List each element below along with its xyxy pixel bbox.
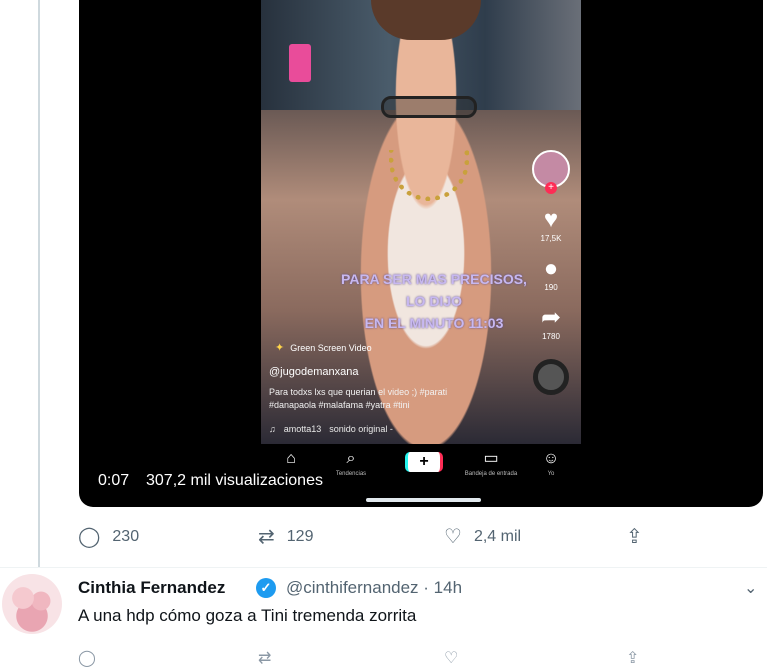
share-arrow-icon: ➦ [540,304,562,331]
inbox-icon: ▭ [483,450,499,467]
share-action[interactable]: ⇪ [626,524,643,550]
retweet-action[interactable]: ⇄ 129 [258,524,313,550]
tiktok-sound: ♫ amotta13 sonido original - [269,424,393,434]
tweet-divider [0,567,767,568]
overlay-line-2: EN EL MINUTO 11:03 [364,315,504,331]
avatar[interactable] [2,574,62,634]
overlay-line-1: PARA SER MAS PRECISOS, LO DIJO [341,271,527,309]
like-count: 2,4 mil [473,528,522,545]
nav-inbox: ▭ Bandeja de entrada [461,450,521,477]
reply-icon: ◯ [78,526,101,548]
video-views: 307,2 mil visualizaciones [146,472,323,489]
tiktok-caption: Para todxs lxs que querian el video ;) #… [269,386,509,412]
background-cup [289,44,311,82]
author-name[interactable]: Cinthia Fernandez [78,578,225,598]
tiktok-video-frame: PARA SER MAS PRECISOS, LO DIJO EN EL MIN… [261,0,581,444]
reply-count: 230 [112,528,140,545]
nav-trends-label: Tendencias [335,471,367,477]
comment-bubble-icon: ● [543,255,559,282]
home-icon: ⌂ [286,450,296,467]
profile-icon: ☺ [542,450,560,467]
video-progress-bar[interactable] [366,498,481,502]
retweet-icon: ⇄ [258,526,275,548]
tweet-time: · 14h [423,578,463,597]
nav-me: ☺ Yo [521,450,581,477]
reply-action[interactable]: ◯ 230 [78,524,139,550]
nav-trends: ⌕ Tendencias [321,450,381,477]
heart-icon: ♥ [543,206,559,233]
green-screen-label: ✦ Green Screen Video [275,341,372,354]
cutoff-retweet-icon: ⇄ [258,650,272,667]
nav-home: ⌂ [261,450,321,468]
search-icon: ⌕ [346,450,356,467]
share-icon: ⇪ [626,526,643,548]
video-person [331,20,521,444]
tiktok-comments-count: 190 [544,283,558,292]
sound-user: amotta13 [283,424,322,434]
caption-line-1: Para todxs lxs que querian el video ;) #… [269,387,448,397]
cutoff-share-icon: ⇪ [626,650,640,667]
video-player[interactable]: PARA SER MAS PRECISOS, LO DIJO EN EL MIN… [79,0,763,507]
sunglasses [381,96,477,118]
sound-name: sonido original - [329,424,393,434]
thread-line [38,0,40,568]
tiktok-action-rail: + ♥ 17,5K ● 190 ➦ 1780 [531,150,571,395]
tweet-text: A una hdp cómo goza a Tini tremenda zorr… [78,606,417,625]
heart-outline-icon: ♡ [444,526,462,548]
verified-badge-icon: ✓ [256,578,276,598]
cutoff-reply-icon: ◯ [78,650,96,667]
green-screen-text: Green Screen Video [290,342,372,353]
create-plus-icon: + [405,452,443,472]
follow-plus-icon: + [545,182,557,194]
video-time: 0:07 [98,472,130,489]
tiktok-shares-count: 1780 [542,332,560,341]
nav-me-label: Yo [547,471,555,477]
tiktok-handle: @jugodemanxana [269,366,359,378]
nav-inbox-label: Bandeja de entrada [464,471,518,477]
chevron-down-icon[interactable]: ⌄ [744,578,757,598]
tiktok-likes-count: 17,5K [540,234,562,243]
caption-line-2: #danapaola #malafama #yatra #tini [269,400,410,410]
cutoff-heart-icon: ♡ [444,650,459,667]
video-overlay-text: PARA SER MAS PRECISOS, LO DIJO EN EL MIN… [339,268,529,334]
like-action[interactable]: ♡ 2,4 mil [444,524,521,550]
effect-icon: ✦ [275,342,285,354]
retweet-count: 129 [286,528,314,545]
music-note-icon: ♫ [269,424,276,434]
author-handle: @cinthifernandez [286,578,419,597]
author-handle-line[interactable]: @cinthifernandez · 14h [286,578,462,598]
music-disc-icon [533,359,569,395]
